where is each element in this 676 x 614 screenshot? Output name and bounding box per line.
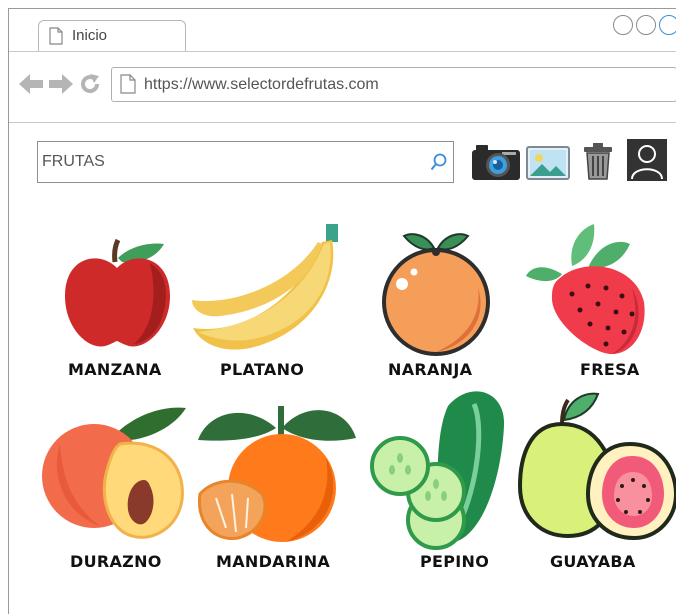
- fruit-pepino[interactable]: PEPINO: [370, 386, 510, 571]
- image-icon[interactable]: [526, 146, 570, 180]
- fruit-label: NARANJA: [388, 360, 473, 379]
- fruit-manzana[interactable]: MANZANA: [60, 228, 175, 379]
- peach-icon: [42, 407, 186, 539]
- fruit-label: DURAZNO: [70, 552, 162, 571]
- user-icon[interactable]: [627, 139, 667, 181]
- url-text: https://www.selectordefrutas.com: [144, 76, 379, 93]
- window-close-button[interactable]: [659, 15, 676, 35]
- cucumber-icon: [370, 391, 505, 550]
- back-arrow-icon[interactable]: [19, 74, 43, 94]
- tab-label: Inicio: [72, 27, 108, 44]
- apple-icon: [65, 238, 170, 347]
- fruit-label: PLATANO: [220, 360, 305, 379]
- camera-icon[interactable]: [471, 141, 521, 181]
- address-bar[interactable]: https://www.selectordefrutas.com: [111, 67, 676, 102]
- tab-inicio[interactable]: Inicio: [38, 20, 186, 51]
- document-icon: [49, 27, 63, 45]
- reload-icon[interactable]: [79, 73, 101, 95]
- fruit-label: GUAYABA: [550, 552, 636, 571]
- fruit-label: FRESA: [580, 360, 640, 379]
- fruit-mandarina[interactable]: MANDARINA: [196, 398, 356, 571]
- page-icon: [120, 74, 136, 94]
- strawberry-icon: [526, 224, 645, 354]
- search-input[interactable]: [42, 144, 422, 180]
- fruit-fresa[interactable]: FRESA: [522, 222, 648, 379]
- fruit-guayaba[interactable]: GUAYABA: [517, 390, 676, 571]
- guava-icon: [517, 392, 676, 541]
- window-maximize-button[interactable]: [636, 15, 656, 35]
- fruit-platano[interactable]: PLATANO: [190, 224, 345, 379]
- fruit-durazno[interactable]: DURAZNO: [40, 404, 188, 571]
- search-icon[interactable]: [430, 152, 448, 172]
- forward-arrow-icon[interactable]: [49, 74, 73, 94]
- fruit-label: MANDARINA: [216, 552, 331, 571]
- banana-icon: [192, 224, 338, 350]
- fruit-label: PEPINO: [420, 552, 490, 571]
- fruit-label: MANZANA: [68, 360, 162, 379]
- tab-bar: Inicio: [9, 9, 676, 52]
- tangerine-icon: [197, 406, 356, 542]
- orange-icon: [382, 233, 490, 356]
- trash-icon[interactable]: [583, 142, 613, 180]
- fruit-naranja[interactable]: NARANJA: [378, 228, 496, 379]
- navigation-bar: https://www.selectordefrutas.com: [9, 52, 676, 123]
- window-minimize-button[interactable]: [613, 15, 633, 35]
- search-box: [37, 141, 454, 183]
